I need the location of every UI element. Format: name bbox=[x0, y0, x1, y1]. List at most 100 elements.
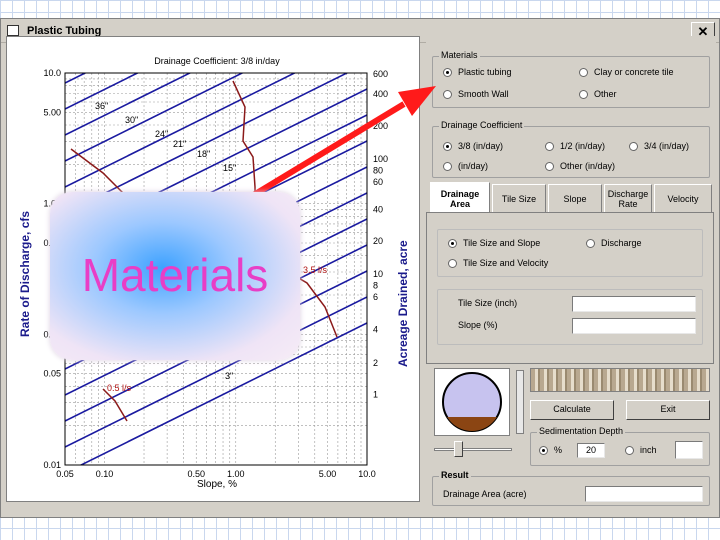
tab-discharge-rate[interactable]: Discharge Rate bbox=[604, 184, 652, 212]
y-right-tick-labels: 600 400 200 100 8060 40 20 10 86 4 2 1 bbox=[373, 69, 388, 399]
radio-dot bbox=[629, 141, 638, 151]
radio-dot bbox=[443, 67, 452, 77]
materials-legend: Materials bbox=[439, 50, 480, 60]
pipe-label-15: 15" bbox=[223, 163, 236, 173]
slope-input[interactable] bbox=[572, 318, 696, 334]
y-left-tick-label: 0.05 bbox=[43, 369, 61, 379]
drainage-coefficient-legend: Drainage Coefficient bbox=[439, 120, 525, 130]
radio-percent[interactable]: % bbox=[539, 445, 562, 455]
slope-label: Slope (%) bbox=[458, 320, 498, 330]
y-right-tick-label: 8 bbox=[373, 281, 378, 291]
pipe-label-24: 24" bbox=[155, 129, 168, 139]
y-right-tick-label: 20 bbox=[373, 236, 383, 246]
pipe-cross-section bbox=[434, 368, 510, 436]
radio-tile-size-and-velocity[interactable]: Tile Size and Velocity bbox=[448, 258, 548, 268]
radio-dot bbox=[579, 67, 588, 77]
x-tick-label: 5.00 bbox=[319, 469, 337, 479]
chart-title: Drainage Coefficient: 3/8 in/day bbox=[154, 56, 280, 66]
radio-custom-in-day[interactable]: (in/day) bbox=[443, 161, 488, 171]
result-label: Drainage Area (acre) bbox=[443, 489, 527, 499]
y-left-tick-label: 5.00 bbox=[43, 107, 61, 117]
y-right-axis-label: Acreage Drained, acre bbox=[396, 240, 410, 367]
radio-dot bbox=[545, 141, 554, 151]
calculate-button[interactable]: Calculate bbox=[530, 400, 614, 420]
radio-dot bbox=[586, 238, 595, 248]
tab-tile-size[interactable]: Tile Size bbox=[492, 184, 546, 212]
y-left-tick-label: 0.01 bbox=[43, 460, 61, 470]
tab-slope[interactable]: Slope bbox=[548, 184, 602, 212]
slider-thumb[interactable] bbox=[454, 441, 463, 457]
app-icon bbox=[7, 25, 19, 36]
radio-plastic-tubing[interactable]: Plastic tubing bbox=[443, 67, 512, 77]
calc-mode-group: Tile Size and Slope Discharge Tile Size … bbox=[437, 229, 703, 277]
radio-dot bbox=[448, 258, 457, 268]
radio-inch[interactable]: inch bbox=[625, 445, 657, 455]
x-tick-label: 0.05 bbox=[56, 469, 74, 479]
radio-other-in-day[interactable]: Other (in/day) bbox=[545, 161, 615, 171]
pipe-label-18: 18" bbox=[197, 149, 210, 159]
radio-other-material[interactable]: Other bbox=[579, 89, 617, 99]
result-value bbox=[585, 486, 703, 502]
y-right-tick-label: 60 bbox=[373, 177, 383, 187]
radio-discharge[interactable]: Discharge bbox=[586, 238, 642, 248]
result-legend: Result bbox=[439, 470, 471, 480]
radio-tile-size-and-slope[interactable]: Tile Size and Slope bbox=[448, 238, 540, 248]
drainage-area-tab-body: Tile Size and Slope Discharge Tile Size … bbox=[426, 212, 714, 364]
y-right-tick-label: 200 bbox=[373, 121, 388, 131]
pipe-label-21: 21" bbox=[173, 139, 186, 149]
velocity-curve-bottom bbox=[102, 388, 128, 422]
radio-dot bbox=[545, 161, 554, 171]
y-right-tick-label: 80 bbox=[373, 166, 383, 176]
velocity-label-3-5: 3.5 l/s bbox=[303, 265, 328, 275]
y-right-tick-label: 400 bbox=[373, 89, 388, 99]
pipe-label-36: 36" bbox=[95, 101, 108, 111]
sediment-slider[interactable] bbox=[432, 440, 516, 458]
percent-input[interactable]: 20 bbox=[577, 443, 605, 458]
x-tick-label: 0.10 bbox=[96, 469, 114, 479]
y-right-tick-label: 6 bbox=[373, 292, 378, 302]
radio-dot bbox=[539, 445, 548, 455]
radio-3-4[interactable]: 3/4 (in/day) bbox=[629, 141, 689, 151]
radio-smooth-wall[interactable]: Smooth Wall bbox=[443, 89, 509, 99]
y-left-axis-label: Rate of Discharge, cfs bbox=[18, 211, 32, 337]
materials-callout: Materials bbox=[50, 192, 300, 360]
radio-1-2[interactable]: 1/2 (in/day) bbox=[545, 141, 605, 151]
inch-input[interactable] bbox=[675, 441, 703, 459]
y-right-tick-label: 100 bbox=[373, 154, 388, 164]
inputs-group: Tile Size (inch) Slope (%) bbox=[437, 289, 703, 345]
y-right-tick-label: 1 bbox=[373, 389, 378, 399]
x-tick-label: 1.00 bbox=[227, 469, 245, 479]
materials-group: Materials Plastic tubing Clay or concret… bbox=[432, 50, 710, 108]
velocity-label-0-5: 0.5 l/s bbox=[107, 383, 132, 393]
x-axis-label: Slope, % bbox=[197, 479, 237, 490]
sedimentation-legend: Sedimentation Depth bbox=[537, 426, 626, 436]
y-right-tick-label: 2 bbox=[373, 358, 378, 368]
x-tick-label: 10.0 bbox=[358, 469, 376, 479]
radio-clay-concrete[interactable]: Clay or concrete tile bbox=[579, 67, 674, 77]
control-panel: Materials Plastic tubing Clay or concret… bbox=[426, 36, 716, 506]
radio-dot bbox=[443, 161, 452, 171]
y-right-tick-label: 10 bbox=[373, 269, 383, 279]
drainage-coefficient-group: Drainage Coefficient 3/8 (in/day) 1/2 (i… bbox=[432, 120, 710, 178]
pipe-illustration bbox=[442, 372, 502, 432]
pipe-label-30: 30" bbox=[125, 115, 138, 125]
exit-button[interactable]: Exit bbox=[626, 400, 710, 420]
slider-track bbox=[434, 448, 512, 451]
sediment-texture-image bbox=[530, 368, 710, 392]
tab-drainage-area[interactable]: Drainage Area bbox=[430, 182, 490, 214]
radio-dot bbox=[625, 445, 634, 455]
radio-dot bbox=[443, 89, 452, 99]
x-tick-label: 0.50 bbox=[187, 469, 205, 479]
sedimentation-depth-group: Sedimentation Depth % 20 inch bbox=[530, 426, 710, 466]
radio-3-8[interactable]: 3/8 (in/day) bbox=[443, 141, 503, 151]
tile-size-input[interactable] bbox=[572, 296, 696, 312]
tab-velocity[interactable]: Velocity bbox=[654, 184, 712, 212]
radio-dot bbox=[579, 89, 588, 99]
sediment-scrollbar[interactable] bbox=[516, 370, 524, 434]
bottom-strip bbox=[0, 518, 720, 540]
result-group: Result Drainage Area (acre) bbox=[432, 470, 710, 506]
y-right-tick-label: 4 bbox=[373, 325, 378, 335]
pipe-label-3: 3" bbox=[225, 371, 233, 381]
y-left-tick-label: 10.0 bbox=[43, 68, 61, 78]
radio-dot bbox=[448, 238, 457, 248]
